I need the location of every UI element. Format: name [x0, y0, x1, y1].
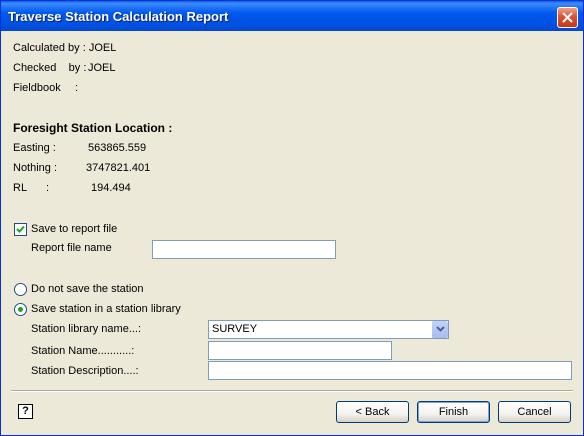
- fieldbook-separator: :: [75, 82, 79, 94]
- station-description-input[interactable]: [208, 361, 572, 380]
- chevron-down-icon: [436, 326, 445, 332]
- do-not-save-label[interactable]: Do not save the station: [31, 283, 144, 296]
- finish-button[interactable]: Finish: [417, 401, 490, 423]
- station-name-input[interactable]: [208, 341, 392, 360]
- back-button[interactable]: < Back: [336, 401, 409, 423]
- easting-value: 563865.559: [88, 142, 147, 154]
- title-bar[interactable]: Traverse Station Calculation Report: [1, 1, 583, 31]
- report-file-name-label: Report file name: [31, 242, 112, 254]
- close-icon: [562, 12, 573, 23]
- help-icon[interactable]: ?: [18, 404, 33, 419]
- save-in-library-label[interactable]: Save station in a station library: [31, 303, 181, 316]
- northing-label: Nothing :: [13, 162, 58, 174]
- save-in-library-radio[interactable]: [14, 303, 27, 316]
- foresight-heading: Foresight Station Location :: [13, 121, 173, 135]
- save-to-report-checkbox[interactable]: [14, 223, 27, 236]
- cancel-button[interactable]: Cancel: [498, 401, 571, 423]
- save-to-report-label[interactable]: Save to report file: [31, 223, 117, 236]
- report-file-name-input[interactable]: [152, 240, 336, 259]
- window-title: Traverse Station Calculation Report: [8, 9, 229, 24]
- close-button[interactable]: [557, 7, 578, 28]
- radio-selected-dot: [18, 307, 23, 312]
- dialog-window: Traverse Station Calculation Report Calc…: [0, 0, 584, 436]
- calculated-by-text: Calculated by : JOEL: [13, 42, 117, 54]
- footer-divider: [11, 390, 573, 392]
- dropdown-button[interactable]: [431, 321, 448, 338]
- northing-value: 3747821.401: [86, 162, 151, 174]
- checked-by-label: Checked by :: [13, 62, 87, 74]
- easting-label: Easting :: [13, 142, 56, 154]
- station-description-label: Station Description....:: [31, 365, 139, 377]
- rl-separator: :: [46, 182, 50, 194]
- rl-value: 194.494: [91, 182, 131, 194]
- checkmark-icon: [16, 225, 25, 233]
- station-name-label: Station Name...........:: [31, 345, 135, 357]
- library-name-select[interactable]: SURVEY: [208, 320, 449, 339]
- do-not-save-radio[interactable]: [14, 283, 27, 296]
- fieldbook-label: Fieldbook: [13, 82, 61, 94]
- library-name-value: SURVEY: [212, 323, 258, 335]
- library-name-label: Station library name...:: [31, 323, 142, 335]
- rl-label: RL: [13, 182, 28, 194]
- checked-by-value: JOEL: [88, 62, 116, 74]
